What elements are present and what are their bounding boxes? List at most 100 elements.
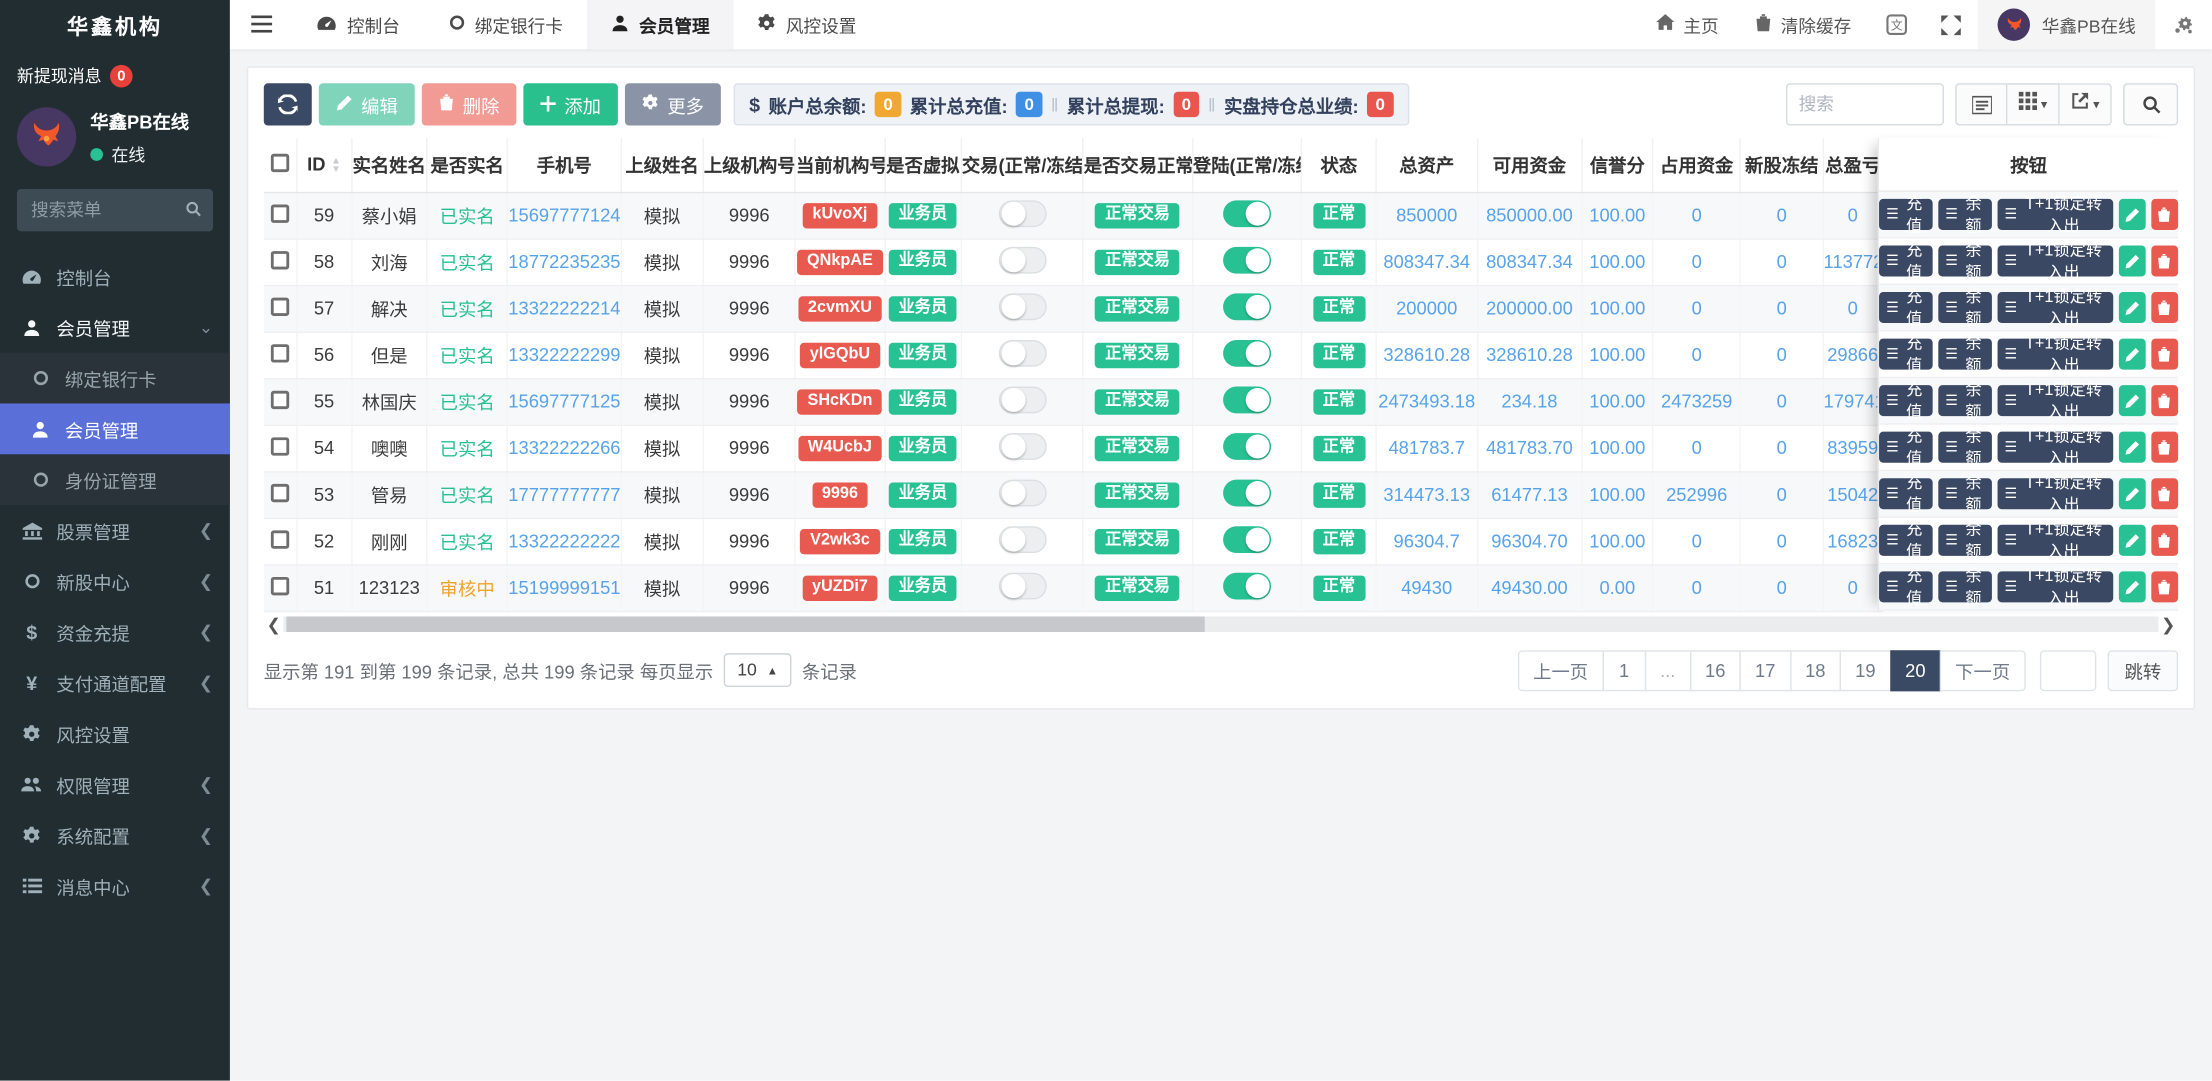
language-icon[interactable]: 文 bbox=[1870, 0, 1925, 49]
trade-toggle[interactable] bbox=[998, 572, 1046, 599]
page-button-16[interactable]: 16 bbox=[1689, 650, 1740, 691]
col-header-3[interactable]: 手机号 bbox=[508, 138, 621, 192]
edit-row-button[interactable] bbox=[2118, 292, 2145, 323]
delete-row-button[interactable] bbox=[2151, 292, 2178, 323]
trade-toggle[interactable] bbox=[998, 525, 1046, 552]
col-header-13[interactable]: 可用资金 bbox=[1477, 138, 1582, 192]
delete-button[interactable]: 删除 bbox=[422, 83, 517, 125]
scroll-left-icon[interactable]: ❮ bbox=[264, 616, 284, 633]
col-header-10[interactable]: 登陆(正常/冻结) bbox=[1192, 138, 1301, 192]
login-toggle[interactable] bbox=[1223, 479, 1271, 506]
balance-button[interactable]: ☰余额 bbox=[1938, 571, 1992, 602]
sidebar-item-0[interactable]: 控制台 bbox=[0, 251, 230, 302]
trade-toggle[interactable] bbox=[998, 246, 1046, 273]
col-header-16[interactable]: 新股冻结 bbox=[1741, 138, 1823, 192]
sidebar-item-7[interactable]: 权限管理❮ bbox=[0, 759, 230, 810]
t1-transfer-button[interactable]: ☰T+1锁定转入出 bbox=[1997, 245, 2112, 276]
sort-icon[interactable]: ▲▼ bbox=[331, 158, 341, 174]
col-header-7[interactable]: 是否虚拟 bbox=[885, 138, 962, 192]
login-toggle[interactable] bbox=[1223, 200, 1271, 227]
withdraw-notice[interactable]: 新提现消息 0 bbox=[0, 51, 230, 93]
col-header-8[interactable]: 交易(正常/冻结) bbox=[961, 138, 1083, 192]
sidebar-item-3[interactable]: 新股中心❮ bbox=[0, 556, 230, 607]
col-header-12[interactable]: 总资产 bbox=[1376, 138, 1477, 192]
scrollbar-thumb[interactable] bbox=[286, 616, 1205, 632]
col-header-1[interactable]: 实名姓名 bbox=[352, 138, 427, 192]
t1-transfer-button[interactable]: ☰T+1锁定转入出 bbox=[1997, 571, 2112, 602]
delete-row-button[interactable] bbox=[2151, 478, 2178, 509]
tab-会员管理[interactable]: 会员管理 bbox=[587, 0, 734, 49]
phone-link[interactable]: 13322222266 bbox=[508, 437, 620, 458]
table-search-input[interactable] bbox=[1786, 83, 1944, 125]
col-header-14[interactable]: 信誉分 bbox=[1582, 138, 1653, 192]
recharge-button[interactable]: ☰充值 bbox=[1879, 292, 1933, 323]
tab-控制台[interactable]: 控制台 bbox=[292, 0, 424, 49]
col-header-2[interactable]: 是否实名 bbox=[427, 138, 508, 192]
edit-row-button[interactable] bbox=[2118, 385, 2145, 416]
page-button-19[interactable]: 19 bbox=[1840, 650, 1891, 691]
page-button-18[interactable]: 18 bbox=[1790, 650, 1841, 691]
jump-page-input[interactable] bbox=[2040, 650, 2096, 691]
export-button[interactable]: ▾ bbox=[2060, 83, 2112, 125]
tab-绑定银行卡[interactable]: 绑定银行卡 bbox=[424, 0, 587, 49]
trade-toggle[interactable] bbox=[998, 479, 1046, 506]
sidebar-subitem-0[interactable]: 绑定银行卡 bbox=[0, 353, 230, 404]
navbar-user-menu[interactable]: 华鑫PB在线 bbox=[1978, 0, 2155, 49]
recharge-button[interactable]: ☰充值 bbox=[1879, 199, 1933, 230]
t1-transfer-button[interactable]: ☰T+1锁定转入出 bbox=[1997, 385, 2112, 416]
phone-link[interactable]: 15199999151 bbox=[508, 577, 620, 598]
balance-button[interactable]: ☰余额 bbox=[1938, 339, 1992, 370]
row-checkbox[interactable] bbox=[271, 250, 289, 268]
menu-search-input[interactable] bbox=[17, 189, 213, 231]
row-checkbox[interactable] bbox=[271, 530, 289, 548]
row-checkbox[interactable] bbox=[271, 576, 289, 594]
edit-row-button[interactable] bbox=[2118, 571, 2145, 602]
recharge-button[interactable]: ☰充值 bbox=[1879, 525, 1933, 556]
balance-button[interactable]: ☰余额 bbox=[1938, 245, 1992, 276]
trade-toggle[interactable] bbox=[998, 432, 1046, 459]
gears-icon[interactable] bbox=[2156, 0, 2212, 49]
row-checkbox[interactable] bbox=[271, 297, 289, 315]
t1-transfer-button[interactable]: ☰T+1锁定转入出 bbox=[1997, 478, 2112, 509]
home-link[interactable]: 主页 bbox=[1638, 0, 1737, 49]
more-button[interactable]: 更多 bbox=[625, 83, 721, 125]
delete-row-button[interactable] bbox=[2151, 339, 2178, 370]
col-header-11[interactable]: 状态 bbox=[1301, 138, 1376, 192]
delete-row-button[interactable] bbox=[2151, 571, 2178, 602]
row-checkbox[interactable] bbox=[271, 390, 289, 408]
sidebar-item-5[interactable]: ¥支付通道配置❮ bbox=[0, 657, 230, 708]
row-checkbox[interactable] bbox=[271, 483, 289, 501]
phone-link[interactable]: 15697777125 bbox=[508, 391, 620, 412]
fullscreen-icon[interactable] bbox=[1925, 0, 1979, 49]
jump-button[interactable]: 跳转 bbox=[2108, 650, 2179, 691]
scrollbar-track[interactable] bbox=[284, 616, 2159, 632]
balance-button[interactable]: ☰余额 bbox=[1938, 525, 1992, 556]
page-button-20[interactable]: 20 bbox=[1890, 650, 1941, 691]
search-toggle-button[interactable] bbox=[2123, 83, 2178, 125]
sidebar-item-8[interactable]: 系统配置❮ bbox=[0, 810, 230, 861]
recharge-button[interactable]: ☰充值 bbox=[1879, 245, 1933, 276]
recharge-button[interactable]: ☰充值 bbox=[1879, 339, 1933, 370]
t1-transfer-button[interactable]: ☰T+1锁定转入出 bbox=[1997, 525, 2112, 556]
col-header-17[interactable]: 总盈亏 bbox=[1823, 138, 1883, 192]
edit-row-button[interactable] bbox=[2118, 245, 2145, 276]
row-checkbox[interactable] bbox=[271, 344, 289, 362]
login-toggle[interactable] bbox=[1223, 339, 1271, 366]
edit-row-button[interactable] bbox=[2118, 199, 2145, 230]
login-toggle[interactable] bbox=[1223, 432, 1271, 459]
login-toggle[interactable] bbox=[1223, 246, 1271, 273]
balance-button[interactable]: ☰余额 bbox=[1938, 432, 1992, 463]
edit-row-button[interactable] bbox=[2118, 339, 2145, 370]
col-header-0[interactable]: ID▲▼ bbox=[296, 138, 351, 192]
t1-transfer-button[interactable]: ☰T+1锁定转入出 bbox=[1997, 432, 2112, 463]
page-button-17[interactable]: 17 bbox=[1740, 650, 1791, 691]
recharge-button[interactable]: ☰充值 bbox=[1879, 432, 1933, 463]
recharge-button[interactable]: ☰充值 bbox=[1879, 571, 1933, 602]
login-toggle[interactable] bbox=[1223, 525, 1271, 552]
delete-row-button[interactable] bbox=[2151, 432, 2178, 463]
recharge-button[interactable]: ☰充值 bbox=[1879, 478, 1933, 509]
delete-row-button[interactable] bbox=[2151, 245, 2178, 276]
delete-row-button[interactable] bbox=[2151, 385, 2178, 416]
phone-link[interactable]: 13322222299 bbox=[508, 344, 620, 365]
page-button-...[interactable]: ... bbox=[1645, 650, 1691, 691]
